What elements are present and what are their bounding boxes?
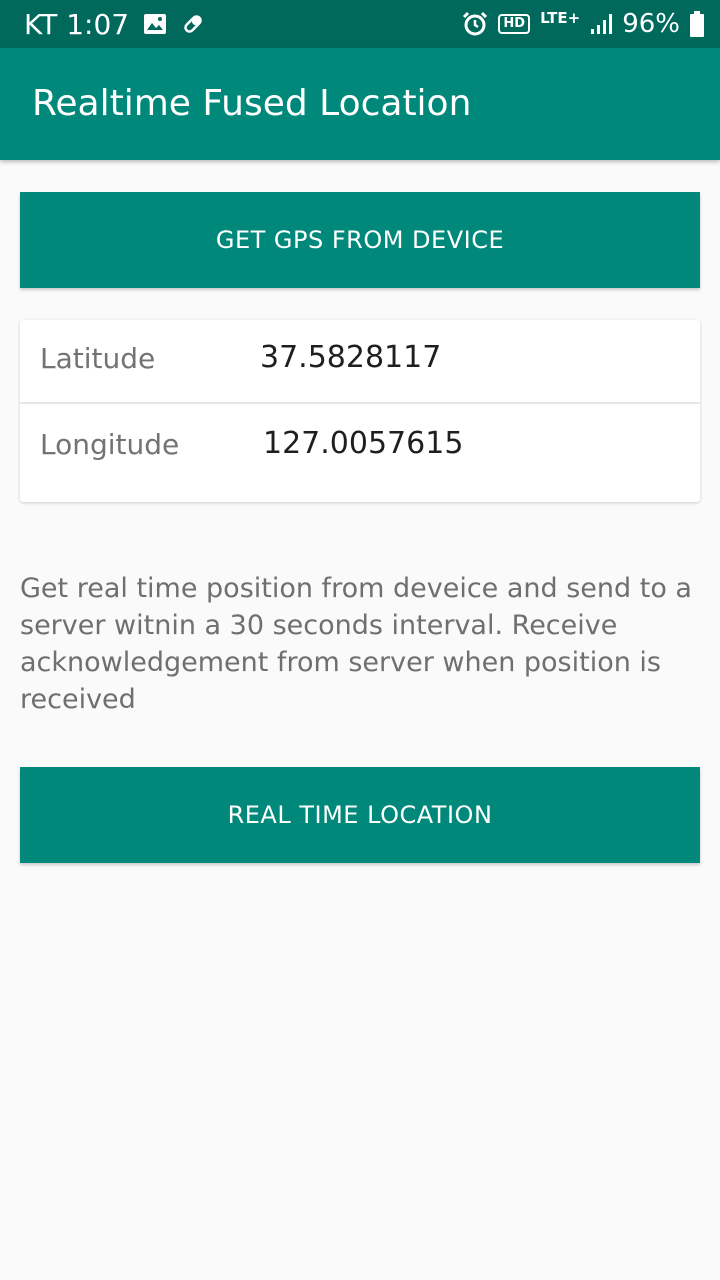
app-title: Realtime Fused Location xyxy=(32,83,472,124)
status-bar: KT 1:07 HD LTE+ 96% xyxy=(0,0,720,48)
hd-icon: HD xyxy=(498,14,531,34)
signal-icon xyxy=(590,13,613,35)
status-bar-left: KT 1:07 xyxy=(24,0,205,48)
description-text: Get real time position from deveice and … xyxy=(20,573,692,715)
latitude-row: Latitude 37.5828117 xyxy=(20,320,700,404)
battery-percent: 96% xyxy=(622,9,680,39)
longitude-value: 127.0057615 xyxy=(263,426,464,461)
image-icon xyxy=(143,13,167,35)
network-type: LTE+ xyxy=(540,9,581,27)
latitude-value: 37.5828117 xyxy=(260,340,442,375)
get-gps-button[interactable]: GET GPS FROM DEVICE xyxy=(20,192,700,288)
longitude-row: Longitude 127.0057615 xyxy=(20,404,700,502)
pill-icon xyxy=(181,12,205,36)
status-bar-right: HD LTE+ 96% xyxy=(462,0,704,48)
carrier-label: KT xyxy=(24,7,58,41)
real-time-location-button[interactable]: REAL TIME LOCATION xyxy=(20,767,700,863)
latitude-label: Latitude xyxy=(40,342,156,375)
app-bar: Realtime Fused Location xyxy=(0,48,720,160)
battery-icon xyxy=(690,11,704,37)
clock: 1:07 xyxy=(66,7,130,41)
alarm-icon xyxy=(462,11,488,37)
location-card: Latitude 37.5828117 Longitude 127.005761… xyxy=(20,320,700,502)
status-carrier-time: KT 1:07 xyxy=(24,8,129,41)
longitude-label: Longitude xyxy=(40,428,180,461)
